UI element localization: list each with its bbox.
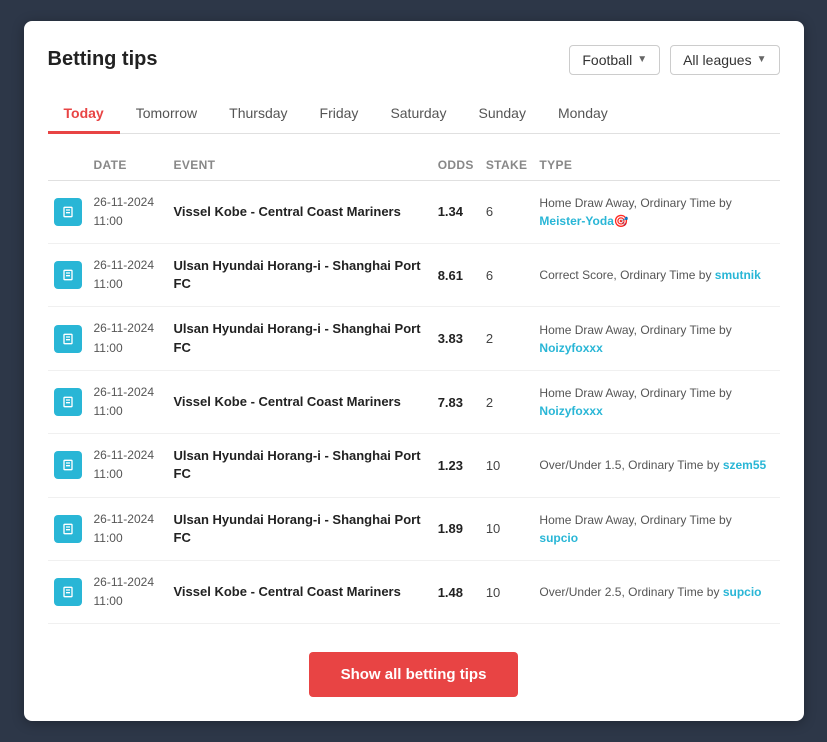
bet-icon (54, 325, 82, 353)
date-cell: 26-11-202411:00 (88, 370, 168, 433)
bet-icon (54, 578, 82, 606)
bet-icon (54, 515, 82, 543)
tab-thursday[interactable]: Thursday (213, 95, 303, 134)
tab-tomorrow[interactable]: Tomorrow (120, 95, 213, 134)
table-row: 26-11-202411:00Vissel Kobe - Central Coa… (48, 560, 780, 623)
table-row: 26-11-202411:00Vissel Kobe - Central Coa… (48, 180, 780, 243)
author-link[interactable]: Noizyfoxxx (539, 404, 602, 418)
type-cell: Home Draw Away, Ordinary Time by supcio (533, 497, 779, 560)
bets-table: DATE EVENT ODDS STAKE TYPE 26-11-202411:… (48, 150, 780, 625)
type-cell: Home Draw Away, Ordinary Time by Meister… (533, 180, 779, 243)
event-cell: Vissel Kobe - Central Coast Mariners (168, 180, 432, 243)
odds-cell: 1.23 (432, 434, 480, 497)
odds-cell: 1.89 (432, 497, 480, 560)
author-link[interactable]: Noizyfoxxx (539, 341, 602, 355)
event-cell: Ulsan Hyundai Horang-i - Shanghai Port F… (168, 434, 432, 497)
stake-cell: 10 (480, 560, 534, 623)
show-more-wrap: Show all betting tips (48, 652, 780, 697)
odds-cell: 1.48 (432, 560, 480, 623)
filters: Football ▼ All leagues ▼ (569, 45, 779, 75)
card-header: Betting tips Football ▼ All leagues ▼ (48, 45, 780, 75)
author-link[interactable]: smutnik (715, 268, 761, 282)
stake-cell: 10 (480, 497, 534, 560)
type-cell: Over/Under 1.5, Ordinary Time by szem55 (533, 434, 779, 497)
bet-icon (54, 261, 82, 289)
leagues-filter-label: All leagues (683, 52, 752, 68)
stake-cell: 6 (480, 244, 534, 307)
event-cell: Ulsan Hyundai Horang-i - Shanghai Port F… (168, 307, 432, 370)
tabs-bar: Today Tomorrow Thursday Friday Saturday … (48, 95, 780, 134)
tab-saturday[interactable]: Saturday (374, 95, 462, 134)
stake-cell: 2 (480, 307, 534, 370)
date-cell: 26-11-202411:00 (88, 497, 168, 560)
table-row: 26-11-202411:00Ulsan Hyundai Horang-i - … (48, 307, 780, 370)
page-title: Betting tips (48, 48, 158, 71)
date-cell: 26-11-202411:00 (88, 434, 168, 497)
stake-cell: 6 (480, 180, 534, 243)
football-filter-label: Football (582, 52, 632, 68)
date-cell: 26-11-202411:00 (88, 244, 168, 307)
tab-sunday[interactable]: Sunday (462, 95, 541, 134)
col-type: TYPE (533, 150, 779, 181)
odds-cell: 8.61 (432, 244, 480, 307)
event-cell: Vissel Kobe - Central Coast Mariners (168, 560, 432, 623)
col-odds: ODDS (432, 150, 480, 181)
show-all-tips-button[interactable]: Show all betting tips (309, 652, 519, 697)
type-cell: Home Draw Away, Ordinary Time by Noizyfo… (533, 307, 779, 370)
col-event: EVENT (168, 150, 432, 181)
table-row: 26-11-202411:00Ulsan Hyundai Horang-i - … (48, 434, 780, 497)
date-cell: 26-11-202411:00 (88, 180, 168, 243)
author-link[interactable]: szem55 (723, 458, 766, 472)
tab-today[interactable]: Today (48, 95, 120, 134)
author-link[interactable]: supcio (539, 531, 578, 545)
stake-cell: 10 (480, 434, 534, 497)
table-row: 26-11-202411:00Ulsan Hyundai Horang-i - … (48, 244, 780, 307)
type-cell: Over/Under 2.5, Ordinary Time by supcio (533, 560, 779, 623)
tab-monday[interactable]: Monday (542, 95, 624, 134)
type-cell: Correct Score, Ordinary Time by smutnik (533, 244, 779, 307)
event-cell: Vissel Kobe - Central Coast Mariners (168, 370, 432, 433)
odds-cell: 3.83 (432, 307, 480, 370)
event-cell: Ulsan Hyundai Horang-i - Shanghai Port F… (168, 244, 432, 307)
table-row: 26-11-202411:00Vissel Kobe - Central Coa… (48, 370, 780, 433)
date-cell: 26-11-202411:00 (88, 307, 168, 370)
chevron-down-icon: ▼ (637, 54, 647, 65)
odds-cell: 1.34 (432, 180, 480, 243)
table-row: 26-11-202411:00Ulsan Hyundai Horang-i - … (48, 497, 780, 560)
stake-cell: 2 (480, 370, 534, 433)
chevron-down-icon: ▼ (757, 54, 767, 65)
football-filter[interactable]: Football ▼ (569, 45, 660, 75)
bet-icon (54, 451, 82, 479)
col-icon (48, 150, 88, 181)
event-cell: Ulsan Hyundai Horang-i - Shanghai Port F… (168, 497, 432, 560)
betting-tips-card: Betting tips Football ▼ All leagues ▼ To… (24, 21, 804, 722)
col-date: DATE (88, 150, 168, 181)
author-link[interactable]: Meister-Yoda🎯 (539, 214, 628, 228)
author-link[interactable]: supcio (723, 585, 762, 599)
date-cell: 26-11-202411:00 (88, 560, 168, 623)
odds-cell: 7.83 (432, 370, 480, 433)
tab-friday[interactable]: Friday (304, 95, 375, 134)
leagues-filter[interactable]: All leagues ▼ (670, 45, 779, 75)
bet-icon (54, 198, 82, 226)
col-stake: STAKE (480, 150, 534, 181)
type-cell: Home Draw Away, Ordinary Time by Noizyfo… (533, 370, 779, 433)
bet-icon (54, 388, 82, 416)
